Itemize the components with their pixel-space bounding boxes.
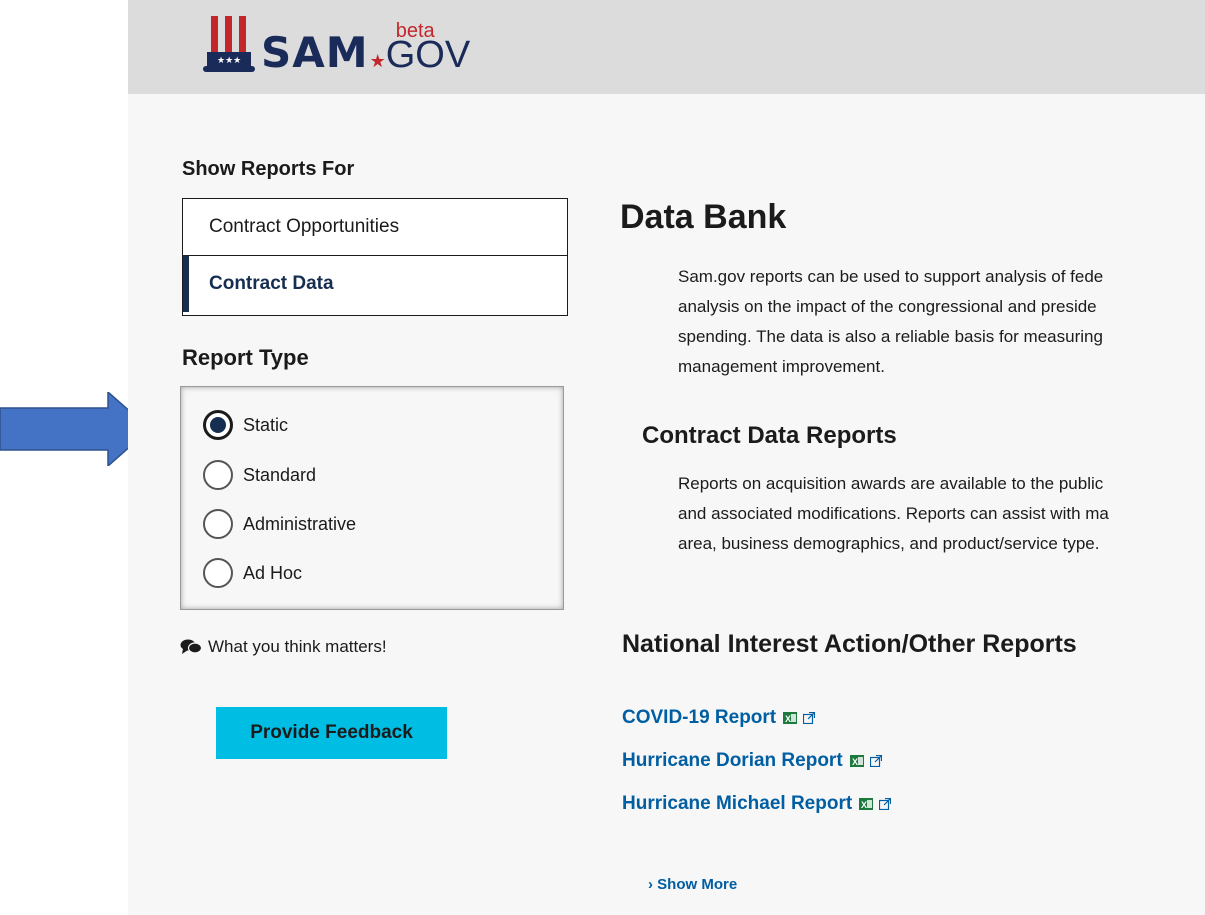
contract-data-reports-heading: Contract Data Reports bbox=[642, 422, 897, 449]
svg-text:X: X bbox=[785, 714, 791, 724]
report-link-label: Hurricane Michael Report bbox=[622, 793, 853, 814]
radio-option-ad-hoc[interactable]: Ad Hoc bbox=[203, 558, 302, 588]
radio-option-static[interactable]: Static bbox=[203, 410, 288, 440]
chevron-right-icon: › bbox=[648, 876, 653, 893]
radio-label: Ad Hoc bbox=[243, 562, 303, 583]
page-container: ★★★ SAM ★ beta GOV Show Reports For Cont… bbox=[128, 0, 1205, 915]
radio-button[interactable] bbox=[203, 558, 233, 588]
report-for-contract-data[interactable]: Contract Data bbox=[183, 255, 567, 312]
logo-beta-text: beta bbox=[395, 20, 435, 42]
uncle-sam-hat-icon: ★★★ bbox=[203, 16, 255, 72]
intro-line: management improvement. bbox=[678, 357, 885, 376]
radio-option-administrative[interactable]: Administrative bbox=[203, 509, 356, 539]
radio-button[interactable] bbox=[203, 509, 233, 539]
radio-button-checked[interactable] bbox=[203, 410, 233, 440]
national-interest-heading: National Interest Action/Other Reports bbox=[622, 630, 1077, 658]
report-for-menu: Contract Opportunities Contract Data bbox=[182, 198, 568, 316]
intro-paragraph: Sam.gov reports can be used to support a… bbox=[678, 262, 1103, 382]
site-header: ★★★ SAM ★ beta GOV bbox=[128, 0, 1205, 94]
excel-icon: X bbox=[783, 712, 798, 724]
intro-line: analysis on the impact of the congressio… bbox=[678, 297, 1097, 316]
feedback-prompt: What you think matters! bbox=[180, 637, 387, 657]
logo-star-icon: ★ bbox=[369, 51, 386, 71]
radio-option-standard[interactable]: Standard bbox=[203, 460, 316, 490]
section-line: area, business demographics, and product… bbox=[678, 534, 1100, 553]
chat-bubbles-icon bbox=[180, 639, 202, 654]
intro-line: Sam.gov reports can be used to support a… bbox=[678, 267, 1104, 286]
sam-logo[interactable]: ★★★ SAM ★ beta GOV bbox=[203, 14, 470, 74]
feedback-prompt-text: What you think matters! bbox=[208, 637, 387, 656]
excel-icon: X bbox=[849, 755, 864, 767]
excel-icon: X bbox=[859, 798, 874, 810]
hurricane-michael-report-link[interactable]: Hurricane Michael Report X bbox=[622, 789, 892, 819]
external-link-icon bbox=[879, 798, 892, 810]
radio-label: Standard bbox=[243, 464, 317, 485]
covid-19-report-link[interactable]: COVID-19 Report X bbox=[622, 703, 891, 733]
report-link-label: COVID-19 Report bbox=[622, 707, 777, 728]
report-type-heading: Report Type bbox=[182, 345, 309, 370]
page-title: Data Bank bbox=[620, 198, 787, 236]
hurricane-dorian-report-link[interactable]: Hurricane Dorian Report X bbox=[622, 746, 891, 776]
logo-sam-text: SAM bbox=[261, 28, 369, 77]
provide-feedback-button[interactable]: Provide Feedback bbox=[216, 707, 447, 759]
radio-button[interactable] bbox=[203, 460, 233, 490]
svg-text:X: X bbox=[852, 757, 858, 767]
show-more-link[interactable]: › Show More bbox=[648, 876, 737, 893]
svg-text:★★★: ★★★ bbox=[217, 55, 241, 65]
intro-line: spending. The data is also a reliable ba… bbox=[678, 327, 1103, 346]
contract-data-paragraph: Reports on acquisition awards are availa… bbox=[678, 469, 1109, 559]
report-type-radio-group: Static Standard Administrative Ad Hoc bbox=[180, 386, 564, 610]
report-for-contract-opportunities[interactable]: Contract Opportunities bbox=[183, 199, 567, 255]
external-link-icon bbox=[869, 755, 882, 767]
show-more-label: Show More bbox=[657, 876, 738, 893]
report-links-list: COVID-19 Report X Hurricane Dorian Repor… bbox=[622, 703, 892, 832]
section-line: Reports on acquisition awards are availa… bbox=[678, 474, 1104, 493]
show-reports-heading: Show Reports For bbox=[182, 158, 355, 180]
radio-label: Static bbox=[243, 414, 289, 435]
radio-label: Administrative bbox=[243, 513, 357, 534]
report-link-label: Hurricane Dorian Report bbox=[622, 750, 843, 771]
external-link-icon bbox=[803, 712, 816, 724]
svg-text:X: X bbox=[861, 800, 867, 810]
section-line: and associated modifications. Reports ca… bbox=[678, 504, 1109, 523]
